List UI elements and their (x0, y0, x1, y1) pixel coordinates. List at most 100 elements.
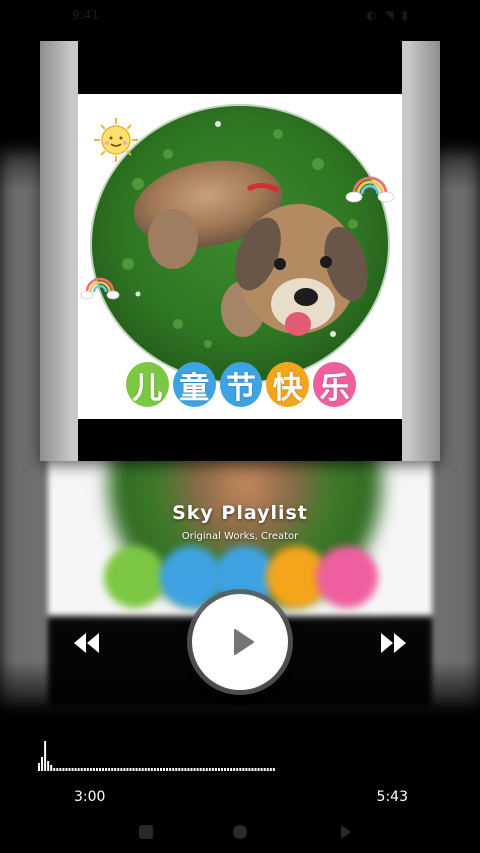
waveform-bar (272, 768, 275, 771)
previous-button[interactable] (72, 630, 102, 656)
waveform-bar (135, 768, 138, 771)
waveform-bar (77, 768, 80, 771)
waveform-bar (53, 768, 56, 771)
waveform-bar (266, 768, 269, 771)
waveform-bar (150, 768, 153, 771)
waveform-bar (111, 768, 114, 771)
dog-tongue (285, 312, 311, 336)
waveform-bar (269, 768, 272, 771)
waveform-bar (236, 768, 239, 771)
dog-eye-right (320, 256, 332, 268)
play-icon (234, 629, 254, 655)
waveform-bar (160, 768, 162, 771)
waveform-bar (132, 768, 135, 771)
waveform-bar (86, 768, 89, 771)
album-art: 儿童节快乐 (78, 94, 402, 419)
waveform-bar (62, 768, 65, 771)
waveform-bar (169, 768, 172, 771)
status-time: 9:41 (72, 8, 99, 22)
waveform-bar (59, 768, 62, 771)
track-title: Sky Playlist (172, 502, 308, 524)
waveform-bar (156, 768, 159, 771)
waveform-bar (184, 768, 187, 771)
waveform-bar (217, 768, 220, 771)
dog-eye-left (274, 258, 286, 270)
letterbox-bottom (78, 419, 402, 461)
waveform-bar (193, 768, 196, 771)
waveform-bar (99, 768, 101, 771)
waveform-bar (178, 768, 181, 771)
waveform-bar (260, 768, 263, 771)
waveform-bar (233, 768, 236, 771)
waveform-bar (196, 768, 199, 771)
waveform-bar (105, 768, 108, 771)
waveform-bar (38, 763, 40, 771)
fast-forward-icon (381, 633, 406, 653)
background-blur-bubble (160, 546, 222, 608)
total-time: 5:43 (376, 789, 408, 805)
waveform-bar (108, 768, 111, 771)
waveform-bar (221, 768, 223, 771)
home-icon (233, 825, 247, 839)
waveform-bar (181, 768, 184, 771)
waveform-bar (89, 768, 92, 771)
next-button[interactable] (378, 630, 408, 656)
waveform-bar (190, 768, 193, 771)
waveform-bar (41, 757, 44, 771)
waveform-bar (71, 768, 74, 771)
waveform-bar (50, 765, 53, 771)
waveform-bar (123, 768, 126, 771)
title-bubble: 童 (172, 362, 216, 407)
waveform-bar (208, 768, 211, 771)
title-bubble: 节 (219, 362, 263, 407)
back-icon (139, 825, 153, 839)
nav-back-button[interactable] (136, 822, 156, 842)
waveform-bar (257, 768, 260, 771)
waveform-bar (126, 768, 129, 771)
waveform-bar (172, 768, 175, 771)
waveform-bar (68, 768, 71, 771)
dog-leg (148, 209, 198, 269)
waveform-bar (187, 768, 190, 771)
title-bubble: 乐 (313, 362, 356, 407)
waveform-bar (242, 768, 245, 771)
waveform-bar (56, 768, 59, 771)
waveform-bar (153, 768, 156, 771)
waveform-bar (230, 768, 233, 771)
waveform-bar (47, 761, 50, 771)
waveform-bar (138, 768, 141, 771)
audio-waveform-progress[interactable] (36, 735, 276, 775)
background-blur-bubble (104, 546, 166, 608)
waveform-bar (120, 768, 123, 771)
waveform-bar (227, 768, 230, 771)
system-nav-bar (0, 810, 480, 853)
waveform-bar (214, 768, 217, 771)
waveform-bar (44, 741, 47, 771)
title-bubble: 快 (266, 362, 310, 407)
waveform-bar (144, 768, 147, 771)
waveform-bar (202, 768, 205, 771)
waveform-bar (254, 768, 257, 771)
waveform-bar (80, 768, 83, 771)
waveform-bar (175, 768, 178, 771)
waveform-bar (224, 768, 227, 771)
waveform-bar (205, 768, 208, 771)
waveform-bar (102, 768, 105, 771)
waveform-bar (74, 768, 77, 771)
waveform-bar (163, 768, 166, 771)
nav-recents-button[interactable] (336, 822, 356, 842)
play-button[interactable] (192, 594, 288, 690)
letterbox-top (78, 41, 402, 94)
dog-nose (294, 288, 318, 306)
waveform-bar (117, 768, 120, 771)
waveform-bars (38, 741, 275, 771)
nav-home-button[interactable] (230, 822, 250, 842)
waveform-bar (199, 768, 202, 771)
waveform-bar (245, 768, 248, 771)
waveform-bar (239, 768, 242, 771)
waveform-bar (92, 768, 95, 771)
track-subtitle: Original Works, Creator (181, 531, 299, 542)
current-time: 3:00 (74, 789, 106, 805)
rewind-icon (74, 633, 99, 653)
title-bubble: 儿 (126, 362, 169, 407)
